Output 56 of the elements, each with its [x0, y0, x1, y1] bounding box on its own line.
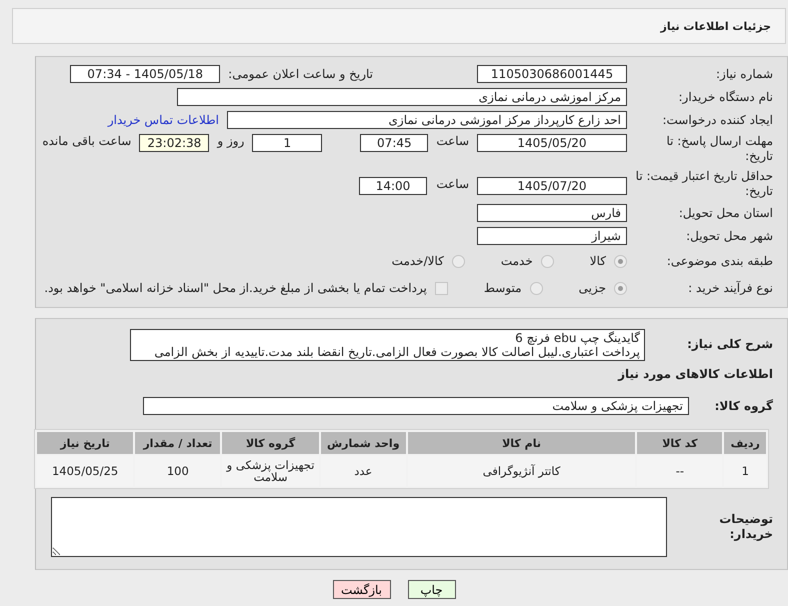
field-label: شماره نیاز: [715, 66, 773, 82]
field-label: ساعت [435, 177, 469, 191]
column-header: نام کالا [408, 432, 636, 454]
option-label: کالا [590, 254, 606, 268]
city-field: شیراز [477, 227, 627, 245]
field-label: توضیحات خریدار: [718, 512, 773, 542]
goods-group-field: تجهیزات پزشکی و سلامت [143, 397, 689, 415]
field-label: ساعت [436, 134, 469, 148]
option-label: جزیی [578, 281, 606, 295]
section-heading: اطلاعات کالاهای مورد نیاز [618, 367, 773, 381]
radio-button[interactable] [540, 254, 554, 268]
radio-button[interactable] [452, 254, 465, 268]
days-field: 1 [252, 134, 322, 152]
buyer-notes-field[interactable] [51, 497, 667, 557]
page-title: جزئیات اطلاعات نیاز [12, 8, 786, 44]
column-header: ردیف [724, 432, 766, 454]
field-label: شرح کلی نیاز: [686, 337, 773, 352]
column-header: کد کالا [637, 432, 722, 454]
field-label: طبقه بندی موضوعی: [666, 254, 773, 268]
field-label: ساعت باقی مانده [42, 134, 132, 148]
field-label: حداقل تاریخ اعتبار قیمت: تا تاریخ: [635, 169, 773, 199]
field-label: تاریخ و ساعت اعلان عمومی: [228, 67, 373, 81]
remaining-time-field: 23:02:38 [139, 134, 210, 152]
time-field: 07:45 [360, 134, 428, 152]
back-button[interactable]: بازگشت [332, 580, 390, 599]
time-field: 14:00 [359, 177, 427, 195]
column-header: واحد شمارش [320, 432, 406, 454]
radio-button[interactable] [614, 282, 627, 294]
announcement-date-field: 1405/05/18 - 07:34 [70, 65, 220, 83]
field-label: ایجاد کننده درخواست: [661, 112, 773, 128]
province-field: فارس [477, 204, 627, 222]
print-button[interactable]: چاپ [408, 580, 456, 599]
contact-link[interactable]: اطلاعات تماس خریدار [108, 113, 219, 127]
column-header: تعداد / مقدار [135, 432, 220, 454]
buyer-org-field: مرکز اموزشی درمانی نمازی [177, 88, 627, 106]
description-text-area: گایدینگ چپ ebu فرنچ 6 پرداخت اعتباری.لیبل اصالت کالا بصورت فعال الزامی.تاریخ انقضا بلند مدت.تاییدیه از بخش الزامی [130, 329, 645, 361]
field-label: روز و [217, 134, 244, 148]
option-label: خدمت [500, 254, 533, 268]
option-label: کالا/خدمت [392, 254, 444, 268]
field-label: استان محل تحویل: [678, 206, 773, 220]
column-header: گروه کالا [222, 432, 319, 454]
field-label: نوع فرآیند خرید : [687, 280, 773, 296]
date-field: 1405/07/20 [477, 177, 627, 195]
option-label: پرداخت تمام یا بخشی از مبلغ خرید.از محل "اسناد خزانه اسلامی" خواهد بود. [44, 281, 427, 295]
field-label: شهر محل تحویل: [685, 228, 773, 244]
option-label: متوسط [484, 281, 522, 295]
need-number-field: 1105030686001445 [477, 65, 627, 83]
column-header: تاریخ نیاز [37, 432, 134, 454]
requester-field: احد زارع کارپرداز مرکز اموزشی درمانی نمازی [227, 111, 627, 129]
field-label: گروه کالا: [714, 398, 773, 414]
date-field: 1405/05/20 [477, 134, 627, 152]
radio-button[interactable] [614, 254, 627, 268]
radio-button[interactable] [530, 282, 543, 294]
field-label: نام دستگاه خریدار: [678, 90, 773, 104]
field-label: مهلت ارسال پاسخ: تا تاریخ: [665, 134, 773, 164]
checkbox[interactable] [434, 282, 448, 294]
